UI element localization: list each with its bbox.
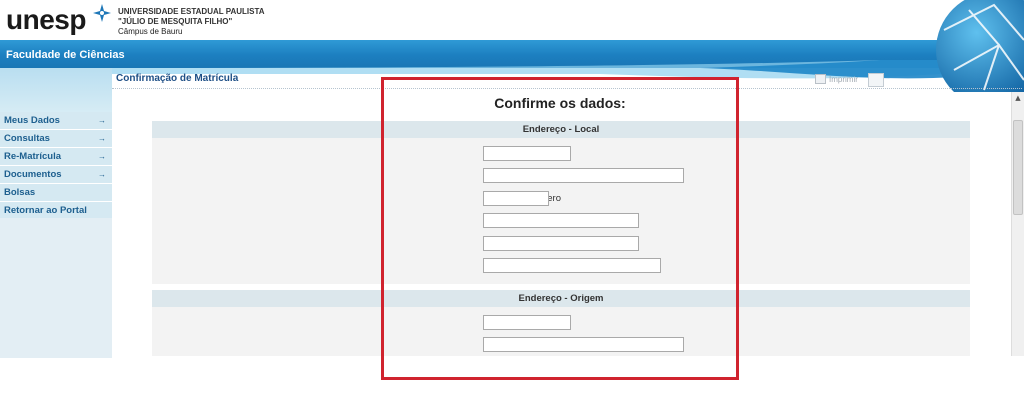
sidebar-item-label: Retornar ao Portal (4, 205, 87, 216)
sidebar-header (0, 68, 112, 112)
arrow-right-icon: → (98, 170, 106, 179)
unesp-logo[interactable]: unesp (6, 5, 86, 35)
highlight-box (381, 77, 739, 380)
print-label: Imprimir (829, 74, 858, 84)
page: unesp UNIVERSIDADE ESTADUAL PAULISTA "JÚ… (0, 0, 1024, 405)
scroll-up-icon[interactable]: ▲ (1012, 92, 1024, 104)
vertical-scrollbar[interactable]: ▲ (1011, 92, 1024, 356)
sidebar-item-label: Documentos (4, 169, 62, 180)
print-button[interactable]: Imprimir (815, 74, 858, 84)
sidebar-item-label: Bolsas (4, 187, 36, 198)
sidebar-item-documentos[interactable]: Documentos → (0, 166, 112, 184)
arrow-right-icon: → (98, 152, 106, 161)
unesp-star-icon (93, 4, 111, 22)
university-line-1: UNIVERSIDADE ESTADUAL PAULISTA (118, 7, 265, 16)
university-name: UNIVERSIDADE ESTADUAL PAULISTA "JÚLIO DE… (118, 7, 265, 37)
sidebar-item-bolsas[interactable]: Bolsas (0, 184, 112, 202)
sidebar-empty-area (0, 218, 112, 358)
university-line-2: "JÚLIO DE MESQUITA FILHO" (118, 17, 233, 26)
arrow-right-icon: → (98, 134, 106, 143)
campus-name: Câmpus de Bauru (118, 27, 183, 36)
sidebar-item-consultas[interactable]: Consultas → (0, 130, 112, 148)
sidebar-item-label: Re-Matrícula (4, 151, 62, 162)
sidebar-item-meus-dados[interactable]: Meus Dados → (0, 112, 112, 130)
scroll-thumb[interactable] (1013, 120, 1023, 215)
arrow-right-icon: → (98, 116, 106, 125)
header: unesp UNIVERSIDADE ESTADUAL PAULISTA "JÚ… (0, 0, 1024, 40)
page-title: Confirmação de Matrícula (116, 73, 239, 84)
sidebar-item-label: Consultas (4, 133, 50, 144)
sidebar-item-label: Meus Dados (4, 115, 60, 126)
globe-icon (936, 0, 1024, 95)
printer-icon (815, 74, 826, 84)
sidebar-nav: Meus Dados → Consultas → Re-Matrícula → … (0, 112, 112, 220)
fullscreen-icon[interactable] (868, 73, 884, 87)
sidebar-item-re-matricula[interactable]: Re-Matrícula → (0, 148, 112, 166)
